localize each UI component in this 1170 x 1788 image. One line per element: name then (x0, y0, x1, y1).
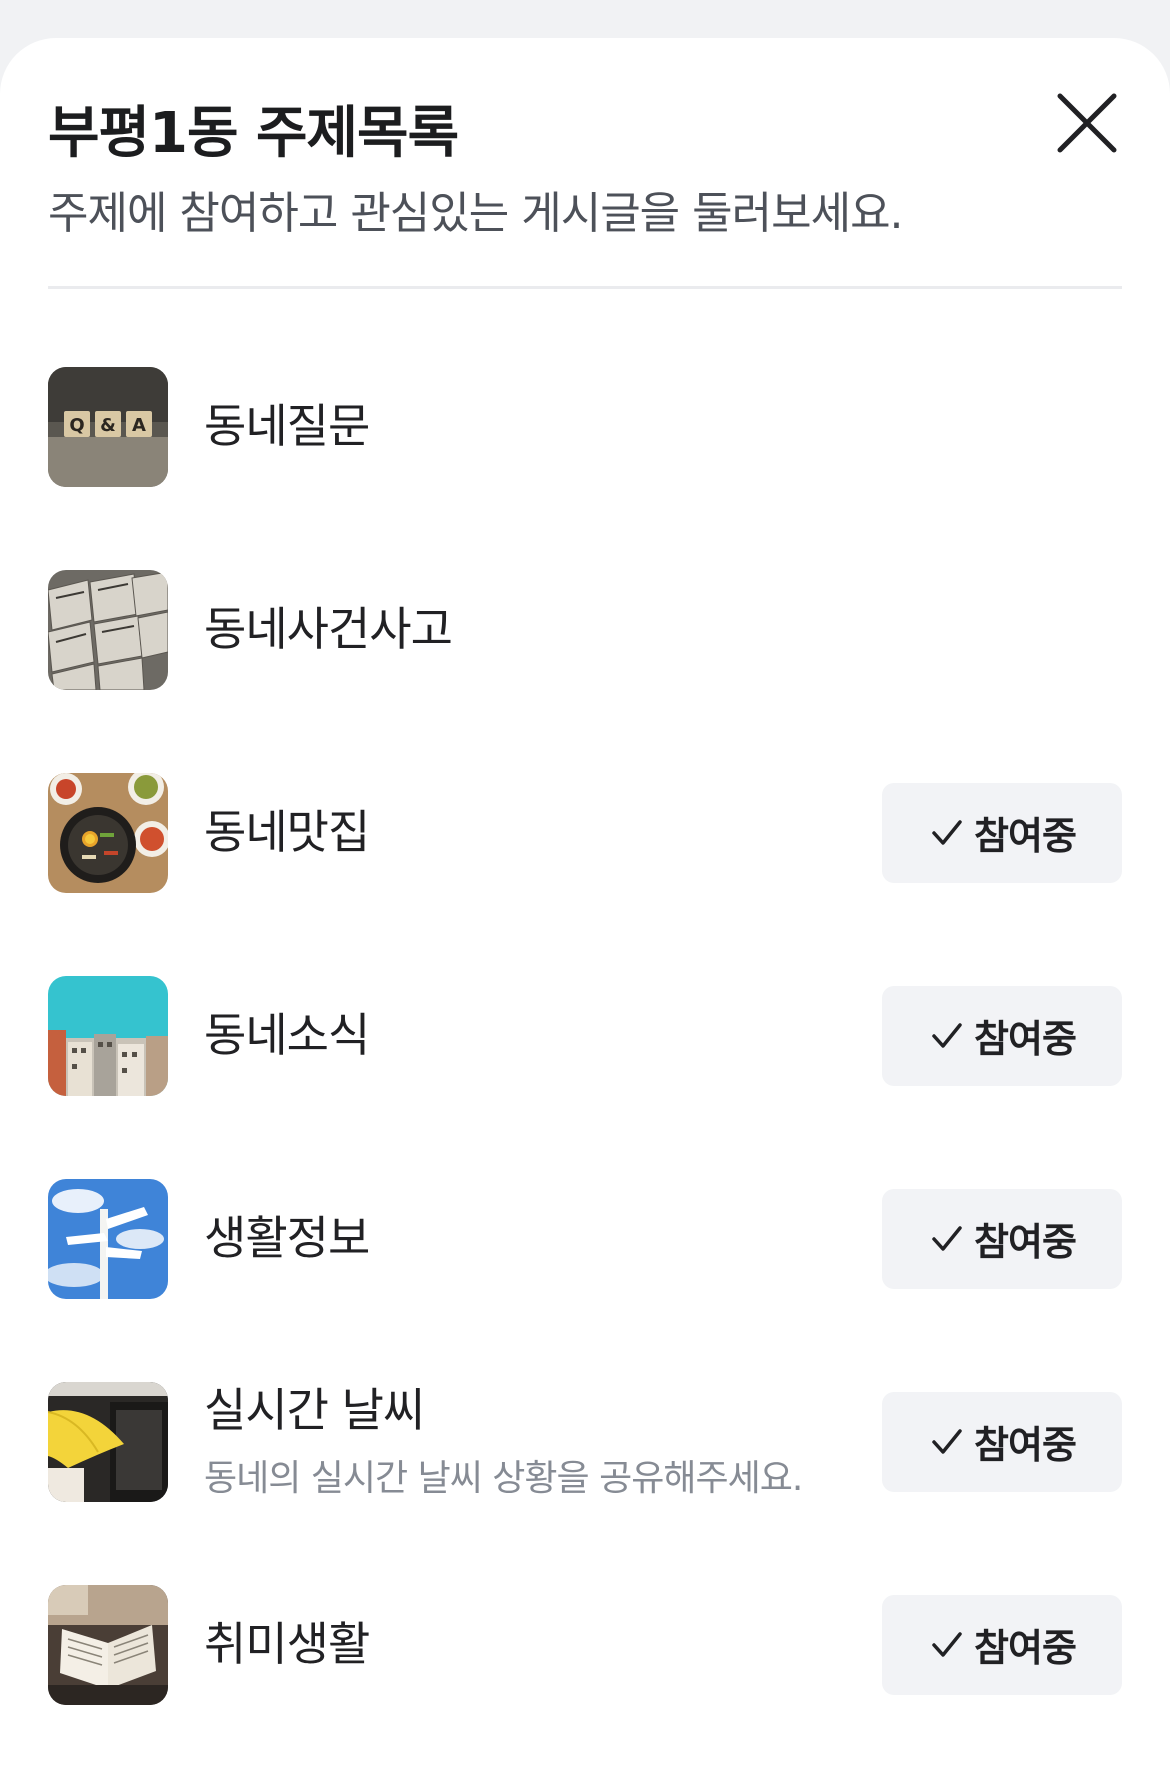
topic-thumbnail-qa: Q & A (48, 366, 168, 487)
topic-thumbnail-food (48, 772, 168, 893)
topic-list: Q & A 동네질문 동네사건사고 동네맛집 참여중 동네소식 참여중 생활정보… (0, 289, 1170, 1746)
joined-button[interactable]: 참여중 (882, 1391, 1122, 1492)
joined-label: 참여중 (974, 1220, 1077, 1264)
topic-item-neighborhood-restaurants[interactable]: 동네맛집 참여중 (0, 731, 1170, 934)
joined-label: 참여중 (974, 1017, 1077, 1061)
joined-button[interactable]: 참여중 (882, 985, 1122, 1086)
topic-list-sheet: 부평1동 주제목록 주제에 참여하고 관심있는 게시글을 둘러보세요. Q & … (0, 38, 1170, 1788)
topic-description: 동네의 실시간 날씨 상황을 공유해주세요. (204, 1458, 803, 1500)
svg-text:&: & (100, 415, 116, 436)
topic-thumbnail-signpost (48, 1178, 168, 1299)
joined-button[interactable]: 참여중 (882, 782, 1122, 883)
joined-label: 참여중 (974, 1626, 1077, 1670)
sheet-header: 부평1동 주제목록 주제에 참여하고 관심있는 게시글을 둘러보세요. (0, 38, 1170, 286)
topic-name: 생활정보 (204, 1210, 370, 1265)
joined-label: 참여중 (974, 1423, 1077, 1467)
page-subtitle: 주제에 참여하고 관심있는 게시글을 둘러보세요. (48, 188, 904, 240)
topic-name: 동네사건사고 (204, 601, 453, 656)
svg-text:A: A (132, 415, 146, 436)
topic-name: 동네질문 (204, 398, 370, 453)
close-icon (1057, 93, 1117, 153)
topic-name: 취미생활 (204, 1616, 370, 1671)
topic-item-live-weather[interactable]: 실시간 날씨 동네의 실시간 날씨 상황을 공유해주세요. 참여중 (0, 1340, 1170, 1543)
joined-label: 참여중 (974, 814, 1077, 858)
topic-item-neighborhood-news[interactable]: 동네소식 참여중 (0, 934, 1170, 1137)
topic-item-neighborhood-incidents[interactable]: 동네사건사고 (0, 528, 1170, 731)
topic-thumbnail-book (48, 1584, 168, 1705)
checkmark-icon (932, 819, 962, 845)
joined-button[interactable]: 참여중 (882, 1594, 1122, 1695)
topic-thumbnail-newspapers (48, 569, 168, 690)
topic-thumbnail-city (48, 975, 168, 1096)
checkmark-icon (932, 1022, 962, 1048)
checkmark-icon (932, 1225, 962, 1251)
checkmark-icon (932, 1631, 962, 1657)
topic-thumbnail-umbrella (48, 1381, 168, 1502)
topic-name: 실시간 날씨 (204, 1382, 425, 1437)
topic-item-neighborhood-questions[interactable]: Q & A 동네질문 (0, 325, 1170, 528)
joined-button[interactable]: 참여중 (882, 1188, 1122, 1289)
topic-item-hobbies[interactable]: 취미생활 참여중 (0, 1543, 1170, 1746)
close-button[interactable] (1052, 88, 1122, 158)
svg-text:Q: Q (69, 415, 84, 436)
topic-name: 동네소식 (204, 1007, 370, 1062)
page-title: 부평1동 주제목록 (48, 101, 459, 166)
checkmark-icon (932, 1428, 962, 1454)
topic-item-living-info[interactable]: 생활정보 참여중 (0, 1137, 1170, 1340)
topic-name: 동네맛집 (204, 804, 370, 859)
